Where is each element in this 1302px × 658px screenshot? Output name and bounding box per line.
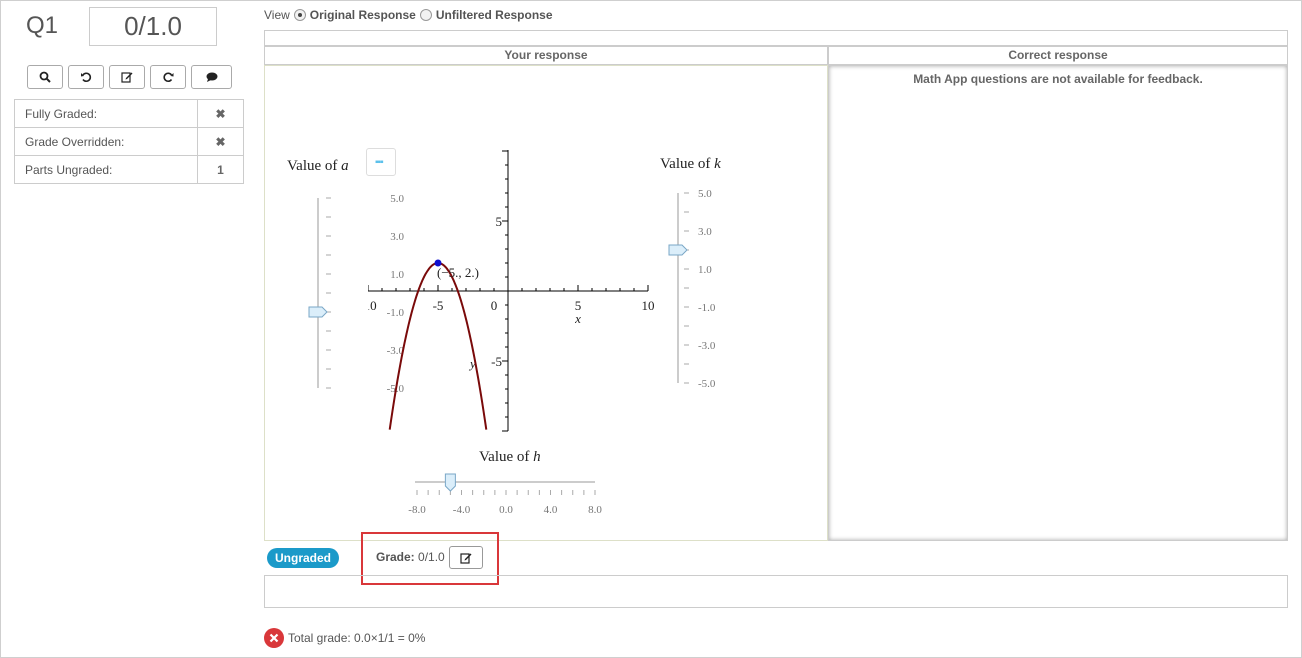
undo-button[interactable] — [68, 65, 104, 89]
slider-k-thumb[interactable] — [668, 244, 688, 256]
unfiltered-response-radio[interactable] — [419, 9, 432, 21]
search-icon — [39, 71, 51, 83]
slider-h-label: Value of h — [479, 449, 541, 465]
slider-tick-label: 5.0 — [698, 188, 712, 200]
x-tick-label: -5 — [433, 298, 444, 313]
grading-toolbar — [27, 65, 232, 89]
grading-status-table: Fully Graded: ✖ Grade Overridden: ✖ Part… — [14, 99, 244, 184]
stat-value: 1 — [197, 155, 244, 184]
slider-tick-label: 4.0 — [544, 504, 558, 516]
stat-value: ✖ — [197, 127, 244, 156]
feedback-message: Math App questions are not available for… — [913, 72, 1203, 86]
stat-value: ✖ — [197, 99, 244, 128]
comment-button[interactable] — [191, 65, 232, 89]
slider-tick-label: 8.0 — [588, 504, 602, 516]
original-response-radio[interactable] — [293, 9, 306, 21]
ungraded-badge: Ungraded — [267, 548, 340, 568]
y-tick-label: 5 — [496, 214, 503, 229]
vertex-label: (−5., 2.) — [437, 265, 479, 280]
slider-a-label: Value of a — [287, 158, 349, 174]
response-header-strip — [264, 30, 1288, 46]
your-response-header: Your response — [264, 46, 828, 65]
edit-icon — [460, 552, 472, 564]
slider-k-label: Value of k — [660, 156, 721, 172]
slider-tick-label: -8.0 — [408, 504, 426, 516]
y-tick-label: -5 — [491, 354, 502, 369]
comment-icon — [206, 72, 217, 82]
slider-tick-label: -4.0 — [453, 504, 471, 516]
slider-tick-label: 1.0 — [698, 264, 712, 276]
stat-row-grade-overridden: Grade Overridden: ✖ — [14, 127, 244, 156]
parabola-graph: -10-505105-5xy (−5., 2.) — [368, 150, 655, 432]
total-grade-row: Total grade: 0.0×1/1 = 0% — [264, 628, 425, 648]
edit-button[interactable] — [109, 65, 145, 89]
slider-tick-label: -3.0 — [698, 340, 716, 352]
question-label: Q1 — [26, 12, 59, 39]
score-box: 0/1.0 — [89, 7, 217, 46]
view-label: View — [264, 8, 290, 22]
grader-comment-box[interactable] — [264, 575, 1288, 608]
x-tick-label: -10 — [368, 298, 377, 313]
slider-h-thumb[interactable] — [444, 473, 456, 492]
x-tick-label: 10 — [642, 298, 655, 313]
stat-row-parts-ungraded: Parts Ungraded: 1 — [14, 155, 244, 184]
original-response-label[interactable]: Original Response — [310, 8, 416, 22]
total-grade-text: Total grade: 0.0×1/1 = 0% — [288, 631, 426, 645]
slider-h[interactable]: -8.0 -4.0 0.0 4.0 8.0 — [405, 470, 615, 520]
grade-text: Grade: 0/1.0 — [376, 550, 445, 564]
stat-row-fully-graded: Fully Graded: ✖ — [14, 99, 244, 128]
slider-tick-label: 3.0 — [698, 226, 712, 238]
edit-grade-button[interactable] — [449, 546, 483, 569]
redo-icon — [163, 72, 174, 82]
view-selector: View Original Response Unfiltered Respon… — [264, 8, 553, 22]
slider-tick-label: -1.0 — [698, 302, 716, 314]
correct-response-header: Correct response — [828, 46, 1288, 65]
stat-label: Parts Ungraded: — [14, 155, 198, 184]
undo-icon — [81, 72, 92, 82]
slider-tick-label: 0.0 — [499, 504, 513, 516]
slider-k[interactable]: 5.0 3.0 1.0 -1.0 -3.0 -5.0 — [660, 185, 740, 395]
stat-label: Grade Overridden: — [14, 127, 198, 156]
search-button[interactable] — [27, 65, 63, 89]
stat-label: Fully Graded: — [14, 99, 198, 128]
redo-button[interactable] — [150, 65, 186, 89]
x-axis-label: x — [574, 311, 581, 326]
incorrect-icon — [264, 628, 284, 648]
slider-tick-label: -5.0 — [698, 378, 716, 390]
slider-a-thumb[interactable] — [308, 306, 328, 318]
x-tick-label: 0 — [491, 298, 498, 313]
unfiltered-response-label[interactable]: Unfiltered Response — [436, 8, 553, 22]
correct-response-panel: Math App questions are not available for… — [828, 65, 1288, 541]
edit-icon — [121, 72, 133, 83]
